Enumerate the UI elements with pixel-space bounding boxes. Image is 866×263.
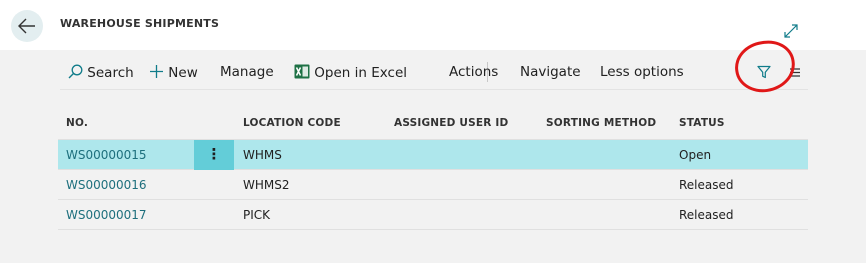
- table-row[interactable]: WS00000016 WHMS2 Released: [58, 170, 808, 200]
- navigate-label: Navigate: [520, 64, 581, 80]
- navigate-menu-button[interactable]: Navigate: [520, 64, 581, 80]
- top-bar: WAREHOUSE SHIPMENTS: [0, 0, 866, 50]
- new-label: New: [168, 65, 198, 81]
- column-header-sorting-method[interactable]: SORTING METHOD: [546, 117, 656, 129]
- shipment-number-link[interactable]: WS00000016: [66, 178, 147, 192]
- column-header-no[interactable]: NO.: [66, 117, 88, 129]
- back-arrow-icon: [18, 18, 35, 34]
- search-button[interactable]: Search: [68, 64, 134, 81]
- expand-icon[interactable]: [784, 24, 798, 38]
- search-label: Search: [87, 65, 134, 81]
- shipments-table: NO. LOCATION CODE ASSIGNED USER ID SORTI…: [58, 106, 808, 230]
- back-button[interactable]: [11, 10, 43, 42]
- location-code-cell: WHMS2: [243, 178, 290, 192]
- row-menu-button[interactable]: ⋮: [194, 140, 234, 170]
- shipment-number-link[interactable]: WS00000017: [66, 208, 147, 222]
- action-bar-divider: [60, 89, 808, 90]
- open-in-excel-button[interactable]: Open in Excel: [294, 64, 407, 81]
- status-cell: Released: [679, 208, 734, 222]
- open-in-excel-label: Open in Excel: [314, 65, 408, 81]
- plus-icon: [150, 65, 163, 78]
- status-cell: Open: [679, 148, 712, 162]
- table-row[interactable]: WS00000015 ⋮ WHMS Open: [58, 140, 808, 170]
- manage-button[interactable]: Manage: [220, 64, 274, 80]
- less-options-button[interactable]: Less options: [600, 64, 684, 80]
- shipment-number-link[interactable]: WS00000015: [66, 148, 147, 162]
- manage-label: Manage: [220, 64, 274, 80]
- actions-menu-button[interactable]: Actions: [449, 64, 498, 80]
- column-header-status[interactable]: STATUS: [679, 117, 725, 129]
- location-code-cell: WHMS: [243, 148, 282, 162]
- search-icon: [68, 64, 83, 79]
- new-button[interactable]: New: [149, 64, 198, 81]
- table-row[interactable]: WS00000017 PICK Released: [58, 200, 808, 230]
- excel-icon: [294, 64, 310, 79]
- actions-label: Actions: [449, 64, 499, 80]
- table-header: NO. LOCATION CODE ASSIGNED USER ID SORTI…: [58, 106, 808, 140]
- column-header-assigned-user-id[interactable]: ASSIGNED USER ID: [394, 117, 508, 129]
- status-cell: Released: [679, 178, 734, 192]
- page-title: WAREHOUSE SHIPMENTS: [60, 17, 220, 30]
- less-options-label: Less options: [600, 64, 684, 80]
- location-code-cell: PICK: [243, 208, 271, 222]
- column-header-location-code[interactable]: LOCATION CODE: [243, 117, 341, 129]
- action-bar: Search New Manage Open in Excel Actions …: [60, 54, 810, 90]
